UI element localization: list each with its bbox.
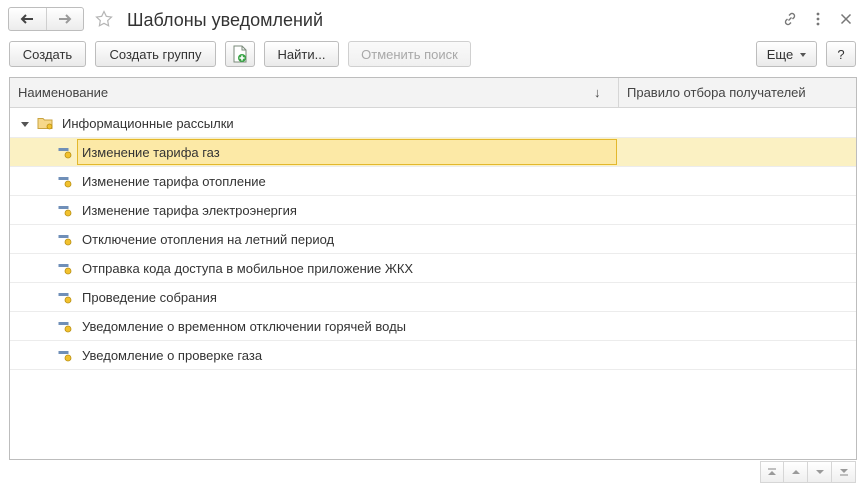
row-name: Проведение собрания — [82, 290, 217, 305]
more-button-label: Еще — [766, 46, 794, 62]
template-item-icon — [58, 148, 72, 159]
folder-icon — [37, 118, 53, 130]
cancel-search-button[interactable]: Отменить поиск — [348, 41, 471, 67]
navigation-buttons — [8, 7, 84, 31]
arrow-left-icon — [20, 14, 34, 24]
create-group-button[interactable]: Создать группу — [95, 41, 216, 67]
row-name: Уведомление о проверке газа — [82, 348, 263, 363]
template-item-icon — [58, 177, 72, 188]
template-item-icon — [58, 322, 72, 333]
table-row[interactable]: Изменение тарифа электроэнергия — [10, 196, 856, 225]
close-button[interactable] — [836, 8, 856, 30]
template-item-icon — [58, 264, 72, 275]
row-rule — [618, 138, 856, 167]
back-button[interactable] — [9, 8, 46, 30]
scroll-top-icon — [768, 468, 776, 475]
more-dots-icon — [816, 12, 820, 26]
column-header-rule[interactable]: Правило отбора получателей — [618, 78, 856, 108]
list-navigation — [760, 461, 856, 483]
row-rule — [618, 312, 856, 341]
help-button[interactable]: ? — [826, 41, 856, 67]
table-row[interactable]: Изменение тарифа газ — [10, 138, 856, 167]
more-menu-button[interactable] — [810, 8, 826, 30]
create-button[interactable]: Создать — [9, 41, 86, 67]
row-rule — [618, 254, 856, 283]
scroll-up-icon — [791, 470, 800, 474]
arrow-right-icon — [58, 14, 72, 24]
template-item-icon — [58, 293, 72, 304]
link-icon — [784, 12, 796, 26]
row-name: Уведомление о временном отключении горяч… — [82, 319, 407, 334]
favorite-button[interactable] — [93, 7, 115, 31]
sort-down-icon[interactable]: ↓ — [594, 78, 601, 108]
column-header-name[interactable]: Наименование — [10, 78, 618, 108]
chevron-down-icon — [800, 53, 807, 57]
copy-document-icon — [233, 45, 247, 63]
table-row[interactable]: Отключение отопления на летний период — [10, 225, 856, 254]
table-row[interactable]: Проведение собрания — [10, 283, 856, 312]
scroll-to-bottom-button[interactable] — [832, 461, 856, 483]
star-icon — [95, 10, 113, 27]
table-row[interactable]: Уведомление о временном отключении горяч… — [10, 312, 856, 341]
row-name: Изменение тарифа газ — [82, 145, 220, 160]
row-rule — [618, 196, 856, 225]
table-row[interactable]: Изменение тарифа отопление — [10, 167, 856, 196]
close-icon — [840, 13, 852, 25]
scroll-down-button[interactable] — [808, 461, 832, 483]
row-name: Отключение отопления на летний период — [82, 232, 335, 247]
row-rule — [618, 283, 856, 312]
collapse-triangle-icon[interactable] — [21, 122, 29, 127]
table-header: Наименование ↓ Правило отбора получателе… — [10, 78, 856, 108]
forward-button[interactable] — [45, 8, 84, 30]
row-name: Изменение тарифа электроэнергия — [82, 203, 297, 218]
copy-button[interactable] — [225, 41, 255, 67]
row-rule — [618, 225, 856, 254]
template-item-icon — [58, 235, 72, 246]
row-rule — [618, 341, 856, 370]
link-button[interactable] — [780, 8, 800, 30]
row-name: Отправка кода доступа в мобильное прилож… — [82, 261, 414, 276]
row-name: Изменение тарифа отопление — [82, 174, 266, 189]
page-title: Шаблоны уведомлений — [127, 10, 324, 30]
table-row[interactable]: Отправка кода доступа в мобильное прилож… — [10, 254, 856, 283]
templates-table: Наименование ↓ Правило отбора получателе… — [9, 77, 857, 460]
table-row[interactable]: Уведомление о проверке газа — [10, 341, 856, 370]
template-item-icon — [58, 351, 72, 362]
scroll-up-button[interactable] — [784, 461, 808, 483]
group-row[interactable]: Информационные рассылки — [10, 109, 856, 138]
group-label: Информационные рассылки — [62, 116, 234, 131]
template-item-icon — [58, 206, 72, 217]
scroll-down-icon — [815, 470, 824, 474]
row-rule — [618, 167, 856, 196]
more-button[interactable]: Еще — [756, 41, 817, 67]
scroll-to-top-button[interactable] — [760, 461, 784, 483]
scroll-bottom-icon — [839, 469, 848, 476]
find-button[interactable]: Найти... — [264, 41, 339, 67]
